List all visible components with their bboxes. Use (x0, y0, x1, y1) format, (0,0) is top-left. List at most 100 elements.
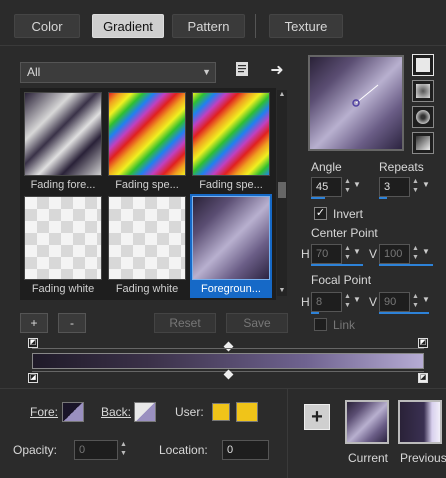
invert-checkbox[interactable]: ✓ (314, 207, 327, 220)
bottom-start-stop-icon[interactable]: ◪ (28, 373, 38, 383)
chevron-down-icon[interactable]: ▼ (353, 180, 361, 189)
thumb-caption: Fading white (115, 283, 179, 295)
chevron-down-icon[interactable]: ▼ (277, 286, 287, 296)
opacity-spinner[interactable]: ▲ ▼ (118, 440, 129, 460)
thumb-caption: Fading white (31, 283, 95, 295)
opacity-track (32, 348, 424, 349)
notebook-icon[interactable] (233, 61, 251, 81)
thumb-image (192, 196, 270, 280)
focal-h-label: H (301, 295, 310, 309)
angle-handle-icon[interactable] (310, 57, 402, 149)
chevron-down-icon[interactable]: ▼ (422, 247, 430, 256)
center-v-spinner[interactable]: ▲ ▼ (410, 244, 421, 264)
rectangular-style-button[interactable] (412, 80, 434, 102)
thumb-caption: Fading fore... (30, 179, 96, 191)
center-h-spinner[interactable]: ▲ ▼ (342, 244, 353, 264)
back-label-text: Back: (101, 405, 132, 419)
opacity-midpoint-marker[interactable] (223, 341, 234, 352)
link-label: Link (333, 318, 356, 332)
linear-style-button[interactable] (412, 54, 434, 76)
chevron-down-icon[interactable]: ▼ (353, 295, 361, 304)
remove-gradient-button[interactable]: - (58, 313, 86, 333)
tab-gradient[interactable]: Gradient (92, 14, 164, 38)
top-start-stop-icon[interactable]: ◩ (28, 338, 38, 348)
center-h-input[interactable]: 70 (311, 244, 342, 264)
center-v-slider[interactable] (379, 264, 433, 266)
thumb-image (24, 196, 102, 280)
chevron-down-icon[interactable]: ▼ (422, 295, 430, 304)
radial-style-icon (416, 136, 430, 150)
save-button[interactable]: Save (226, 313, 288, 333)
sunburst-style-button[interactable] (412, 106, 434, 128)
tab-color[interactable]: Color (14, 14, 80, 38)
current-swatch[interactable] (345, 400, 389, 444)
fore-label: Fore: (30, 405, 58, 419)
focal-point-label: Focal Point (311, 273, 372, 287)
foreground-swatch[interactable] (62, 402, 84, 422)
divider (0, 388, 446, 389)
focal-h-input[interactable]: 8 (311, 292, 342, 312)
angle-label: Angle (311, 160, 342, 174)
tab-pattern[interactable]: Pattern (172, 14, 245, 38)
top-end-stop-icon[interactable]: ◩ (418, 338, 428, 348)
user-swatch-small[interactable] (212, 403, 230, 421)
focal-h-slider[interactable] (311, 312, 319, 314)
repeats-slider[interactable] (379, 197, 387, 199)
gradient-thumb-selected[interactable]: Foregroun... (190, 194, 272, 298)
background-swatch[interactable] (134, 402, 156, 422)
add-to-palette-button[interactable]: + (304, 404, 330, 430)
user-label: User: (175, 405, 204, 419)
tab-separator (255, 14, 256, 38)
bottom-end-stop-icon[interactable]: ◪ (418, 373, 428, 383)
location-label: Location: (159, 443, 208, 457)
chevron-down-icon[interactable]: ▼ (422, 180, 430, 189)
gradient-thumb[interactable]: Fading white (106, 194, 188, 298)
chevron-up-icon[interactable]: ▲ (277, 90, 287, 100)
fore-label-text: Fore: (30, 405, 59, 419)
tab-texture[interactable]: Texture (269, 14, 343, 38)
radial-style-button[interactable] (412, 132, 434, 154)
center-h-slider[interactable] (311, 264, 363, 266)
angle-slider[interactable] (311, 197, 325, 199)
gradient-thumb[interactable]: Fading spe... (106, 90, 188, 194)
back-label: Back: (101, 405, 131, 419)
thumb-image (108, 92, 186, 176)
scrollbar-thumb[interactable] (278, 182, 286, 198)
gradient-thumb[interactable]: Fading white (22, 194, 104, 298)
arrow-right-icon[interactable]: ➜ (268, 60, 286, 80)
invert-label: Invert (333, 207, 364, 221)
reset-button[interactable]: Reset (154, 313, 216, 333)
angle-spinner[interactable]: ▲ ▼ (342, 177, 353, 197)
repeats-spinner[interactable]: ▲ ▼ (410, 177, 421, 197)
link-checkbox[interactable] (314, 318, 327, 331)
focal-v-input[interactable]: 90 (379, 292, 410, 312)
gradient-library: Fading fore... Fading spe... Fading spe.… (20, 88, 276, 300)
focal-v-spinner[interactable]: ▲ ▼ (410, 292, 421, 312)
gradient-preview[interactable] (308, 55, 404, 151)
opacity-label: Opacity: (13, 443, 58, 457)
repeats-input[interactable]: 3 (379, 177, 410, 197)
focal-v-slider[interactable] (379, 312, 429, 314)
chevron-down-icon: ▼ (202, 67, 211, 77)
location-input[interactable]: 0 (222, 440, 269, 460)
gradient-thumb[interactable]: Fading fore... (22, 90, 104, 194)
linear-style-icon (416, 58, 430, 72)
thumb-image (108, 196, 186, 280)
repeats-label: Repeats (379, 160, 424, 174)
center-v-input[interactable]: 100 (379, 244, 410, 264)
focal-h-spinner[interactable]: ▲ ▼ (342, 292, 353, 312)
angle-input[interactable]: 45 (311, 177, 342, 197)
thumb-image (192, 92, 270, 176)
rectangular-style-icon (416, 84, 430, 98)
user-swatch[interactable] (236, 402, 258, 422)
gradient-thumb[interactable]: Fading spe... (190, 90, 272, 194)
chevron-down-icon[interactable]: ▼ (353, 247, 361, 256)
thumb-caption: Fading spe... (199, 179, 263, 191)
previous-swatch[interactable] (398, 400, 442, 444)
opacity-input[interactable]: 0 (74, 440, 118, 460)
add-gradient-button[interactable]: + (20, 313, 48, 333)
sunburst-style-icon (416, 110, 430, 124)
center-point-label: Center Point (311, 226, 378, 240)
gradient-bar[interactable] (32, 353, 424, 369)
category-dropdown[interactable]: All ▼ (20, 62, 216, 83)
